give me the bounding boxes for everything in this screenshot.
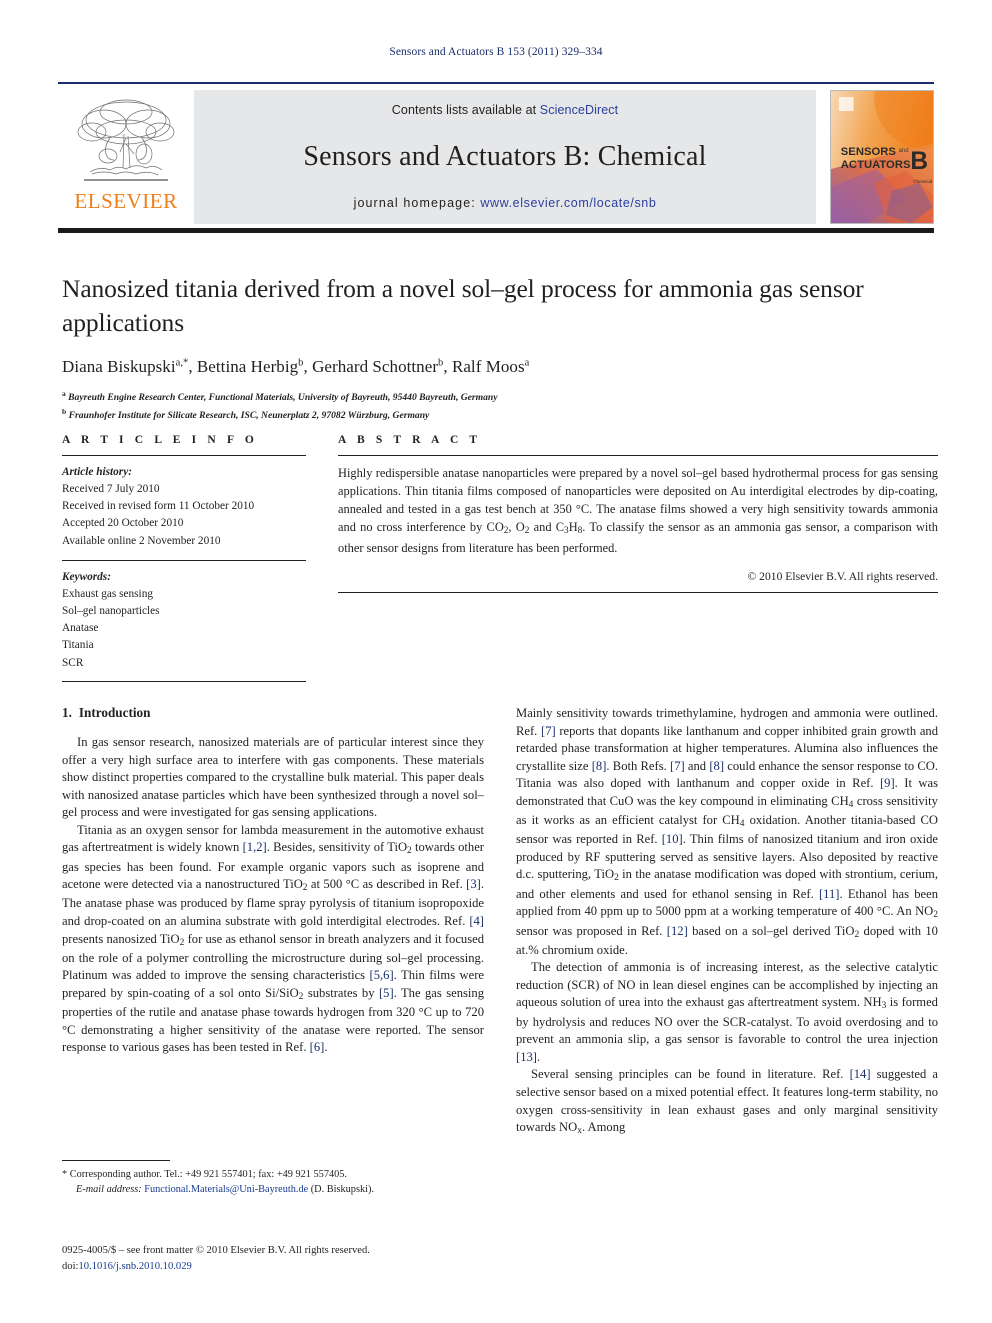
article-info-rule-1: [62, 455, 306, 456]
paragraph: Mainly sensitivity towards trimethylamin…: [516, 706, 939, 957]
sciencedirect-link[interactable]: ScienceDirect: [540, 103, 618, 117]
journal-title: Sensors and Actuators B: Chemical: [303, 140, 707, 172]
abstract-rule-2: [338, 592, 938, 594]
section-title-text: Introduction: [78, 705, 151, 720]
elsevier-tree-icon: [77, 99, 175, 181]
article-info-heading: A R T I C L E I N F O: [62, 434, 258, 446]
footnote-corresponding-line: * Corresponding author. Tel.: +49 921 55…: [62, 1167, 484, 1182]
history-item: Received in revised form 11 October 2010: [62, 500, 255, 513]
issn-copyright-line: 0925-4005/$ – see front matter © 2010 El…: [62, 1245, 370, 1256]
article-info-rule-2: [62, 559, 306, 561]
article-history-block: Article history: Received 7 July 2010 Re…: [62, 464, 306, 550]
masthead-bottom-rule: [58, 228, 934, 233]
affiliation-a-text: Bayreuth Engine Research Center, Functio…: [68, 392, 498, 404]
svg-text:SENSORS: SENSORS: [841, 146, 896, 158]
footnote-email-line: E-mail address: Functional.Materials@Uni…: [62, 1182, 484, 1197]
elsevier-logo: ELSEVIER: [58, 90, 194, 224]
keyword-item: Anatase: [62, 622, 99, 635]
elsevier-wordmark: ELSEVIER: [74, 189, 178, 213]
paragraph: Several sensing principles can be found …: [516, 1067, 938, 1137]
section-number: 1.: [62, 705, 72, 720]
abstract-heading: A B S T R A C T: [338, 434, 482, 446]
history-item: Available online 2 November 2010: [62, 534, 221, 547]
keyword-item: SCR: [62, 656, 84, 669]
info-abstract-region: A R T I C L E I N F O Article history: R…: [62, 434, 938, 690]
page-title: Nanosized titania derived from a novel s…: [62, 274, 864, 337]
email-owner: (D. Biskupski).: [310, 1184, 374, 1196]
paragraph: Titania as an oxygen sensor for lambda m…: [62, 822, 484, 1055]
affiliation-b: b Fraunhofer Institute for Silicate Rese…: [62, 407, 430, 422]
paper-page: Sensors and Actuators B 153 (2011) 329–3…: [0, 0, 992, 1323]
journal-cover-thumbnail: SENSORS and ACTUATORS B Chemical: [830, 90, 934, 224]
author-list: Diana Biskupskia,*, Bettina Herbigb, Ger…: [62, 357, 530, 377]
contents-prefix: Contents lists available at: [391, 103, 540, 117]
email-label: E-mail address:: [76, 1184, 142, 1196]
svg-text:Chemical: Chemical: [913, 179, 932, 184]
paragraph: In gas sensor research, nanosized materi…: [62, 735, 484, 820]
svg-text:ACTUATORS: ACTUATORS: [841, 159, 911, 171]
affiliations: a Bayreuth Engine Research Center, Funct…: [62, 388, 938, 424]
doi-link[interactable]: 10.1016/j.snb.2010.10.029: [78, 1261, 191, 1272]
journal-masthead: ELSEVIER Contents lists available at Sci…: [58, 82, 934, 224]
masthead-top-rule: [58, 82, 934, 84]
body-column-right: Mainly sensitivity towards trimethylamin…: [516, 705, 938, 1138]
article-history-label: Article history:: [62, 466, 132, 478]
abstract-text: Highly redispersible anatase nanoparticl…: [338, 466, 938, 555]
copyright-line: © 2010 Elsevier B.V. All rights reserved…: [747, 570, 938, 584]
affiliation-a: a Bayreuth Engine Research Center, Funct…: [62, 389, 498, 404]
article-info-rule-3: [62, 680, 306, 682]
journal-band: Contents lists available at ScienceDirec…: [194, 90, 816, 224]
body-column-left: 1. Introduction In gas sensor research, n…: [62, 705, 484, 1138]
keyword-item: Titania: [62, 639, 94, 652]
footnote-body: * Corresponding author. Tel.: +49 921 55…: [62, 1167, 484, 1198]
affiliation-b-text: Fraunhofer Institute for Silicate Resear…: [68, 410, 430, 422]
footnote-marker: *: [62, 1169, 68, 1180]
running-head: Sensors and Actuators B 153 (2011) 329–3…: [389, 46, 603, 58]
journal-homepage-line: journal homepage: www.elsevier.com/locat…: [354, 196, 657, 210]
homepage-url-link[interactable]: www.elsevier.com/locate/snb: [480, 196, 656, 210]
keyword-item: Exhaust gas sensing: [62, 587, 153, 600]
section-heading-introduction: 1. Introduction: [62, 705, 484, 721]
keywords-block: Keywords: Exhaust gas sensing Sol–gel na…: [62, 569, 306, 672]
footnote-corresponding-text: Corresponding author. Tel.: +49 921 5574…: [69, 1169, 347, 1180]
page-footer: 0925-4005/$ – see front matter © 2010 El…: [62, 1243, 622, 1275]
corresponding-author-footnote: * Corresponding author. Tel.: +49 921 55…: [62, 1160, 484, 1198]
abstract-rule-1: [338, 455, 938, 456]
journal-cover-art: SENSORS and ACTUATORS B Chemical: [831, 91, 933, 223]
history-item: Accepted 20 October 2010: [62, 517, 184, 530]
abstract-column: A B S T R A C T Highly redispersible ana…: [338, 434, 938, 690]
svg-text:and: and: [899, 148, 909, 154]
contents-available-line: Contents lists available at ScienceDirec…: [392, 103, 618, 117]
title-block: Nanosized titania derived from a novel s…: [62, 272, 938, 424]
keyword-item: Sol–gel nanoparticles: [62, 605, 160, 618]
paragraph: The detection of ammonia is of increasin…: [516, 960, 938, 1064]
history-item: Received 7 July 2010: [62, 483, 160, 496]
article-info-column: A R T I C L E I N F O Article history: R…: [62, 434, 306, 690]
doi-line: doi:10.1016/j.snb.2010.10.029: [62, 1259, 622, 1275]
footnote-rule: [62, 1160, 170, 1161]
email-link[interactable]: Functional.Materials@Uni-Bayreuth.de: [144, 1184, 308, 1195]
homepage-label: journal homepage:: [353, 196, 476, 210]
keywords-label: Keywords:: [62, 570, 111, 583]
doi-label: doi:: [62, 1261, 79, 1273]
body-columns: 1. Introduction In gas sensor research, n…: [62, 705, 938, 1138]
svg-text:B: B: [910, 148, 928, 175]
